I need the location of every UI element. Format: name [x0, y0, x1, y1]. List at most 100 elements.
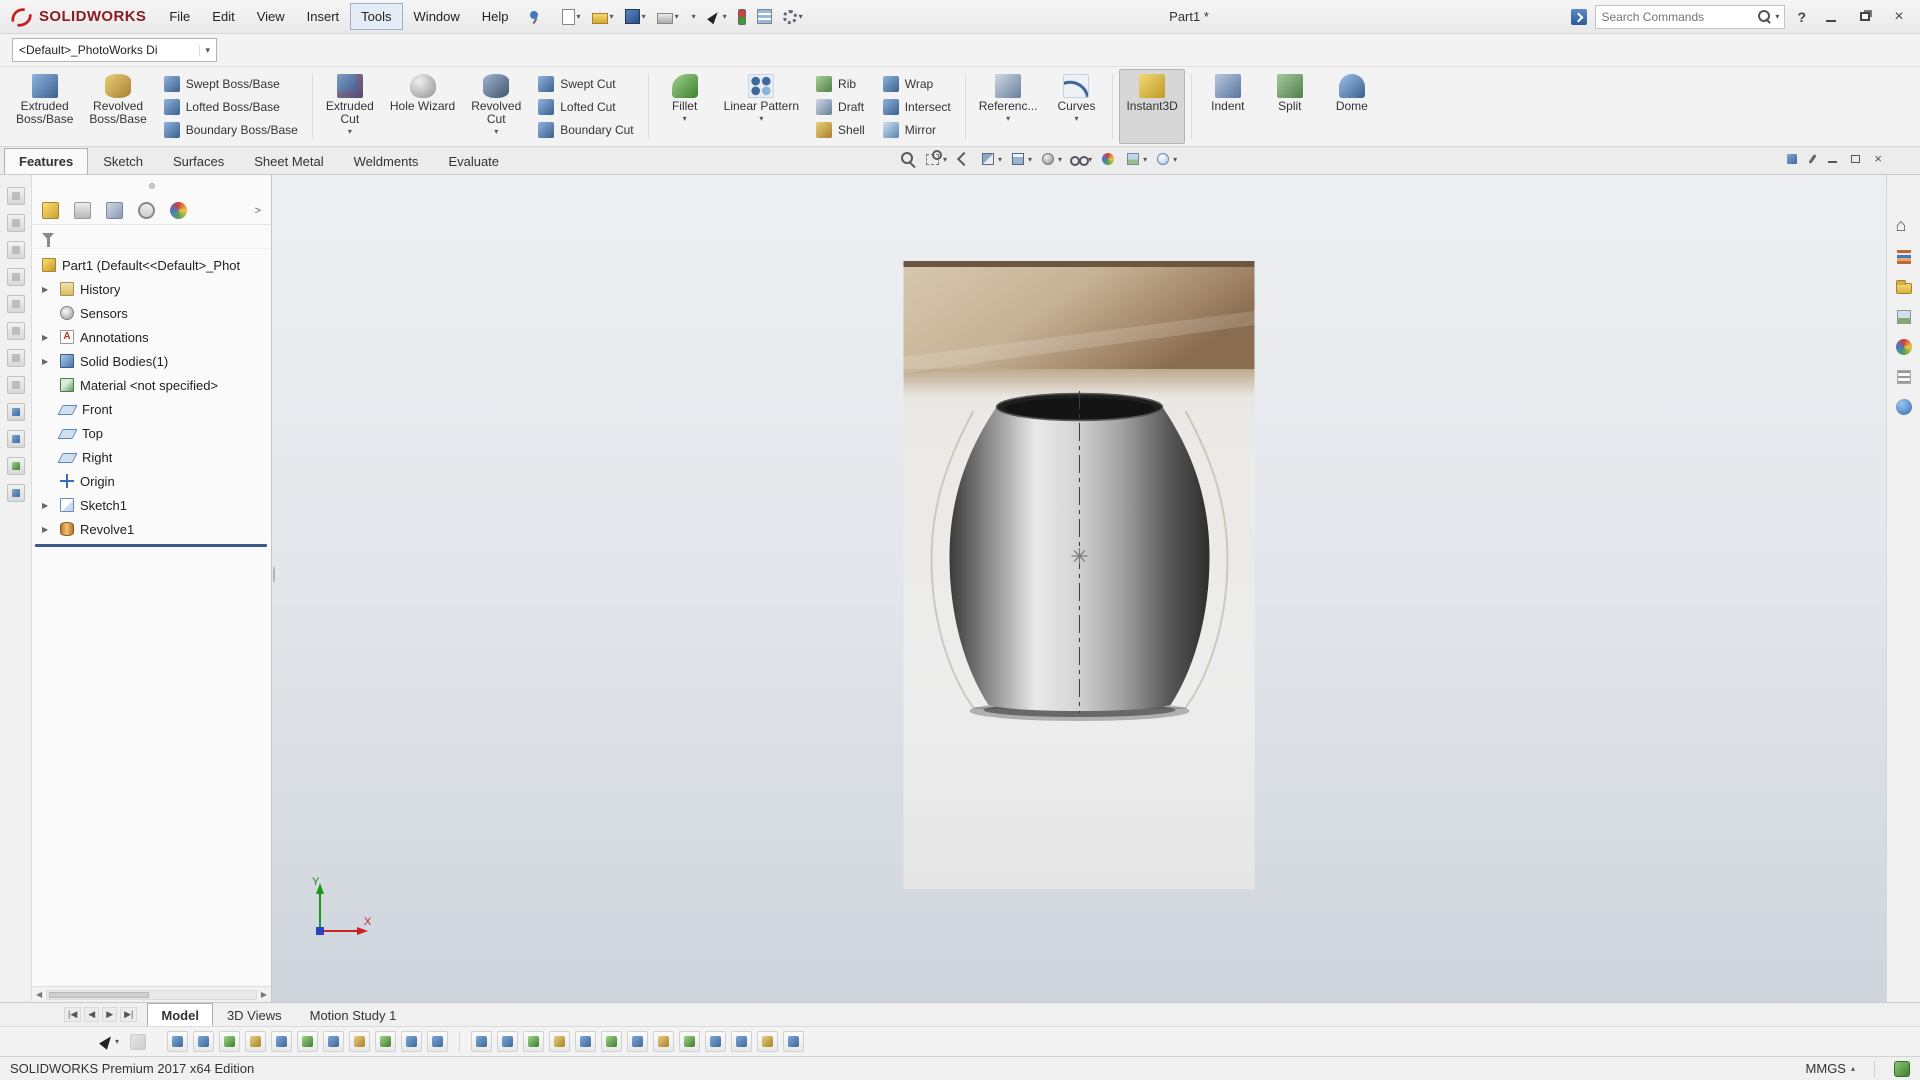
- splitter-handle-icon[interactable]: [273, 566, 275, 583]
- home-icon[interactable]: [1894, 217, 1914, 237]
- tree-item-front[interactable]: Front: [32, 397, 271, 421]
- dropdown-arrow-icon[interactable]: ▾: [1058, 155, 1062, 164]
- view-settings-button[interactable]: ▾: [1153, 150, 1178, 168]
- displaymanager-icon[interactable]: [170, 202, 187, 219]
- search-dropdown-icon[interactable]: ▾: [1775, 12, 1779, 21]
- linear-sketch-pattern-icon[interactable]: [575, 1031, 596, 1052]
- file-explorer-icon[interactable]: [1894, 277, 1914, 297]
- open-button[interactable]: ▾: [588, 6, 618, 27]
- expand-arrow-icon[interactable]: ▶: [42, 333, 48, 342]
- dropdown-arrow-icon[interactable]: ▾: [998, 155, 1002, 164]
- rib-button[interactable]: Rib: [812, 72, 869, 95]
- lofted-cut-button[interactable]: Lofted Cut: [534, 95, 637, 118]
- screen-capture-icon[interactable]: [7, 268, 25, 286]
- propertymanager-icon[interactable]: [74, 202, 91, 219]
- dropdown-arrow-icon[interactable]: ▾: [723, 12, 727, 21]
- shell-button[interactable]: Shell: [812, 118, 869, 141]
- zoom-to-fit-button[interactable]: [898, 150, 918, 168]
- dropdown-arrow-icon[interactable]: ▾: [494, 127, 498, 136]
- tree-item-right[interactable]: Right: [32, 445, 271, 469]
- tree-item-solid-bodies-1[interactable]: ▶Solid Bodies(1): [32, 349, 271, 373]
- splitter-handle-icon[interactable]: [149, 183, 155, 189]
- dropdown-arrow-icon[interactable]: ▾: [759, 114, 763, 123]
- extruded-boss-button[interactable]: ExtrudedBoss/Base: [9, 69, 80, 144]
- dropdown-arrow-icon[interactable]: ▾: [692, 12, 696, 21]
- dropdown-arrow-icon[interactable]: ▾: [943, 155, 947, 164]
- help-icon[interactable]: ?: [1793, 9, 1810, 25]
- undo-stack-icon[interactable]: [7, 349, 25, 367]
- dropdown-arrow-icon[interactable]: ▾: [610, 12, 614, 21]
- menu-tools[interactable]: Tools: [350, 3, 402, 30]
- tab-surfaces[interactable]: Surfaces: [158, 148, 239, 174]
- text-icon[interactable]: [401, 1031, 422, 1052]
- graphics-viewport[interactable]: Y X: [272, 175, 1886, 1002]
- close-icon[interactable]: ×: [1874, 152, 1882, 165]
- expand-arrow-icon[interactable]: ▶: [42, 285, 48, 294]
- dropdown-arrow-icon[interactable]: ▾: [1143, 155, 1147, 164]
- chevron-down-icon[interactable]: ▾: [199, 45, 210, 56]
- tab-model[interactable]: Model: [147, 1003, 213, 1026]
- swept-boss-button[interactable]: Swept Boss/Base: [160, 72, 302, 95]
- menu-insert[interactable]: Insert: [296, 3, 351, 30]
- menu-window[interactable]: Window: [403, 3, 471, 30]
- view-orientation-button[interactable]: ▾: [1008, 150, 1033, 168]
- previous-tab-icon[interactable]: ◀: [84, 1007, 99, 1022]
- dropdown-arrow-icon[interactable]: ▾: [1074, 114, 1078, 123]
- tab-evaluate[interactable]: Evaluate: [433, 148, 514, 174]
- pin-menu-icon[interactable]: [528, 10, 540, 24]
- scrollbar-track[interactable]: [46, 990, 257, 1000]
- last-tab-icon[interactable]: ▶|: [120, 1007, 137, 1022]
- mirror-entities-icon[interactable]: [549, 1031, 570, 1052]
- menu-edit[interactable]: Edit: [201, 3, 245, 30]
- clipboard-icon[interactable]: [7, 295, 25, 313]
- spline-icon[interactable]: [349, 1031, 370, 1052]
- menu-help[interactable]: Help: [471, 3, 520, 30]
- tab-weldments[interactable]: Weldments: [339, 148, 434, 174]
- minimize-button[interactable]: [1818, 6, 1844, 28]
- decal-icon[interactable]: [7, 484, 25, 502]
- panel-splitter-top[interactable]: [32, 175, 271, 197]
- expand-arrow-icon[interactable]: ▶: [42, 501, 48, 510]
- filter-icon[interactable]: [42, 233, 54, 240]
- draft-button[interactable]: Draft: [812, 95, 869, 118]
- line-icon[interactable]: [219, 1031, 240, 1052]
- smart-dimension-icon[interactable]: [193, 1031, 214, 1052]
- edit-appearance-button[interactable]: [1098, 150, 1118, 168]
- pin-icon[interactable]: [1809, 154, 1817, 164]
- first-tab-icon[interactable]: |◀: [64, 1007, 81, 1022]
- hole-wizard-button[interactable]: Hole Wizard: [383, 69, 462, 144]
- unit-system-arrow-icon[interactable]: ▴: [1851, 1064, 1855, 1073]
- dropdown-arrow-icon[interactable]: ▾: [1028, 155, 1032, 164]
- menu-view[interactable]: View: [246, 3, 296, 30]
- appearance-target-icon[interactable]: [7, 457, 25, 475]
- tree-item-material-not-specified[interactable]: Material <not specified>: [32, 373, 271, 397]
- panel-splitter-right[interactable]: [273, 567, 275, 582]
- select-arrow-icon[interactable]: [99, 1033, 115, 1049]
- display-relations-icon[interactable]: [627, 1031, 648, 1052]
- dock-icon[interactable]: [1787, 154, 1797, 164]
- restore-icon[interactable]: [1851, 155, 1860, 163]
- arc-icon[interactable]: [297, 1031, 318, 1052]
- tab-features[interactable]: Features: [4, 148, 88, 174]
- dome-button[interactable]: Dome: [1322, 69, 1382, 144]
- menu-file[interactable]: File: [158, 3, 201, 30]
- monitor-icon[interactable]: [7, 403, 25, 421]
- scroll-left-icon[interactable]: ◀: [34, 990, 44, 999]
- offset-entities-icon[interactable]: [523, 1031, 544, 1052]
- tree-item-top[interactable]: Top: [32, 421, 271, 445]
- tree-item-origin[interactable]: Origin: [32, 469, 271, 493]
- tab-sheet-metal[interactable]: Sheet Metal: [239, 148, 338, 174]
- file-properties-button[interactable]: [753, 6, 776, 27]
- design-library-icon[interactable]: [1894, 247, 1914, 267]
- dropdown-arrow-icon[interactable]: ▾: [675, 12, 679, 21]
- polygon-icon[interactable]: [323, 1031, 344, 1052]
- save-button[interactable]: ▾: [621, 6, 650, 27]
- tree-item-sensors[interactable]: Sensors: [32, 301, 271, 325]
- close-button[interactable]: ×: [1886, 6, 1912, 28]
- select-button[interactable]: ▾: [703, 6, 731, 28]
- cut-icon[interactable]: [7, 241, 25, 259]
- paste-icon[interactable]: [7, 187, 25, 205]
- section-view-button[interactable]: ▾: [978, 150, 1003, 168]
- search-input[interactable]: [1601, 10, 1754, 24]
- expand-tabs-icon[interactable]: >: [255, 205, 261, 217]
